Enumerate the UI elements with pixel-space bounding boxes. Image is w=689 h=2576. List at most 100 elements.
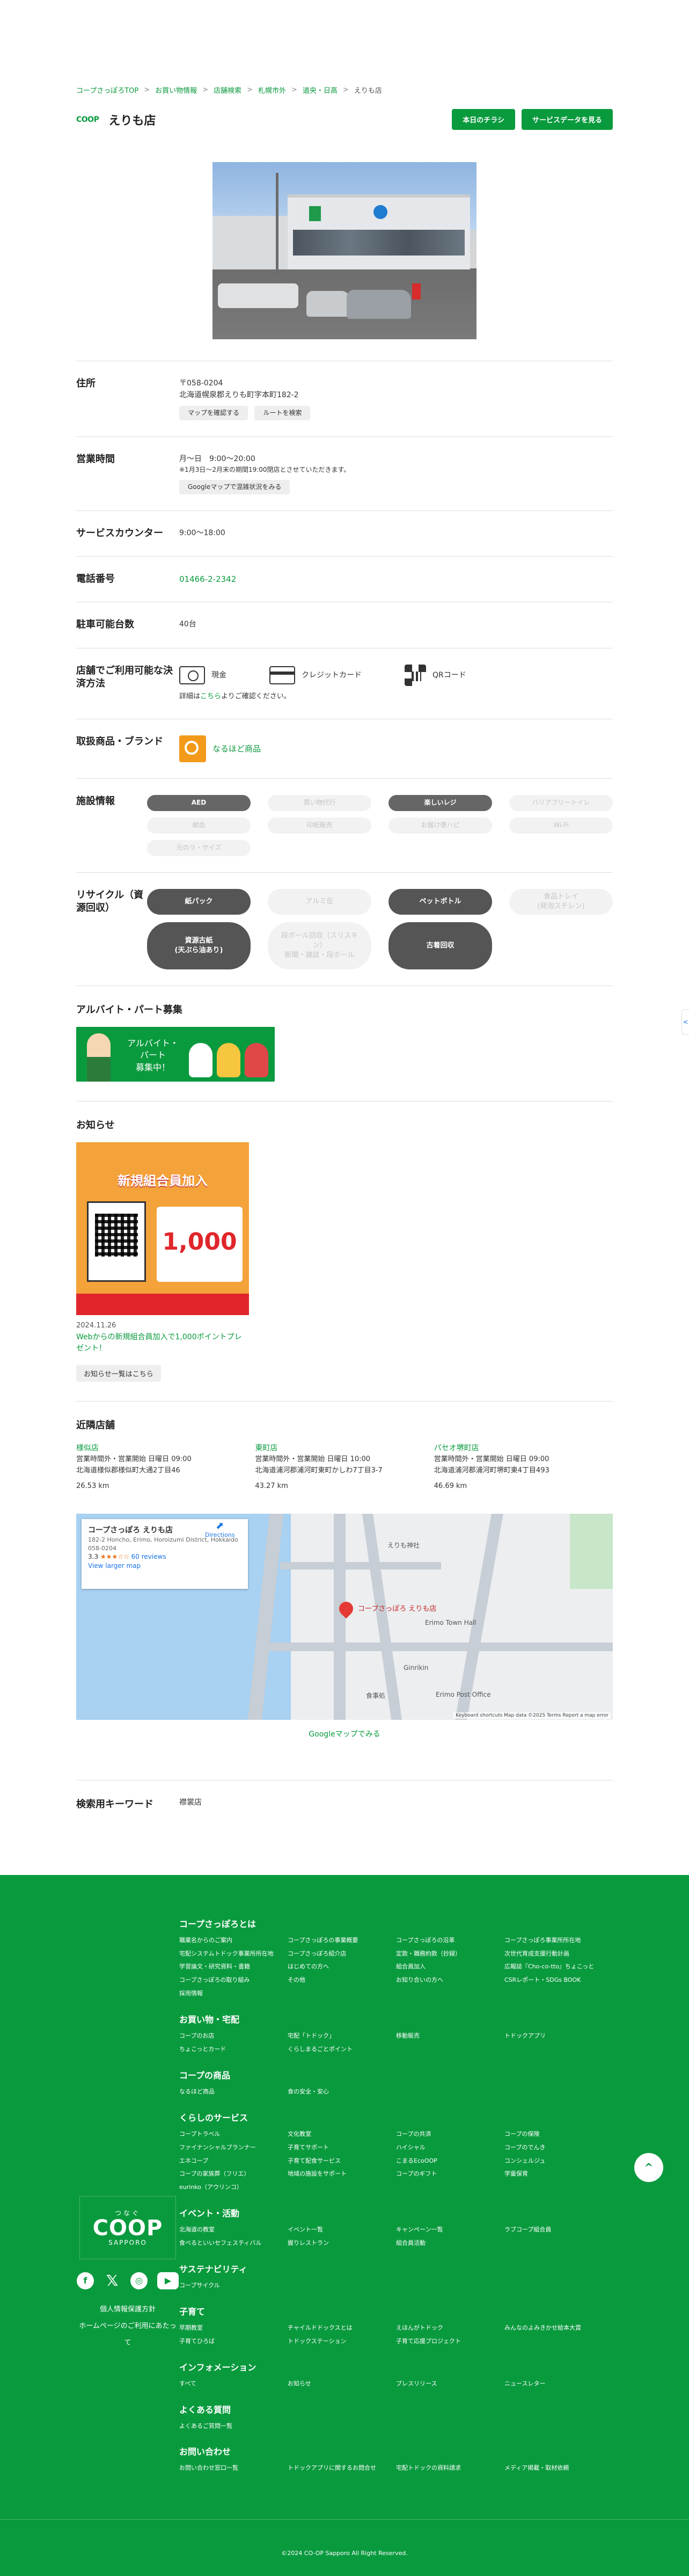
footer-link[interactable]: トドックステーション bbox=[288, 2336, 396, 2347]
job-banner[interactable]: アルバイト・ パート 募集中！ bbox=[76, 1026, 275, 1082]
footer-link[interactable]: コープさっぽろの事業概要 bbox=[288, 1935, 396, 1946]
map-reviews-link[interactable]: 60 reviews bbox=[131, 1553, 166, 1560]
news-list-button[interactable]: お知らせ一覧はこちら bbox=[76, 1364, 161, 1382]
breadcrumb-item[interactable]: 道央・日高 bbox=[303, 85, 338, 95]
route-search-button[interactable]: ルートを検索 bbox=[254, 405, 311, 420]
breadcrumb-item[interactable]: 店舗検索 bbox=[214, 85, 241, 95]
footer-link[interactable]: 握りレストラン bbox=[288, 2238, 396, 2249]
footer-link[interactable]: コープの保険 bbox=[504, 2129, 613, 2140]
footer-link[interactable]: ラブコープ組合員 bbox=[504, 2224, 613, 2236]
privacy-policy-link[interactable]: 個人情報保護方針 bbox=[76, 2301, 179, 2318]
footer-link[interactable]: 宅配「トドック」 bbox=[288, 2031, 396, 2042]
footer-link[interactable]: イベント一覧 bbox=[288, 2224, 396, 2236]
footer-link[interactable]: コープのお店 bbox=[179, 2031, 288, 2042]
footer-link[interactable]: 定款・職務約款（抄録） bbox=[396, 1949, 504, 1960]
nearby-store-name[interactable]: 様似店 bbox=[76, 1442, 255, 1454]
footer-link[interactable]: コープサイクル bbox=[179, 2280, 288, 2292]
footer-link[interactable]: コープのギフト bbox=[396, 2169, 504, 2180]
google-map[interactable]: コープさっぽろ えりも店 182-2 Honcho, Erimo, Horoiz… bbox=[76, 1513, 613, 1720]
instagram-icon[interactable]: ◎ bbox=[130, 2272, 148, 2289]
footer-link[interactable]: 学童保育 bbox=[504, 2169, 613, 2180]
footer-link[interactable]: 地域の施設をサポート bbox=[288, 2169, 396, 2180]
footer-link[interactable]: トドックアプリ bbox=[504, 2031, 613, 2042]
footer-link[interactable]: なるほど商品 bbox=[179, 2086, 288, 2098]
footer-link[interactable]: すべて bbox=[179, 2378, 288, 2390]
footer-link[interactable]: 早期教室 bbox=[179, 2323, 288, 2334]
footer-group-title[interactable]: くらしのサービス bbox=[179, 2111, 613, 2123]
footer-link[interactable]: 移動販売 bbox=[396, 2031, 504, 2042]
footer-group-title[interactable]: サステナビリティ bbox=[179, 2262, 613, 2275]
footer-link[interactable]: 文化教室 bbox=[288, 2129, 396, 2140]
footer-link[interactable]: コープのでんき bbox=[504, 2142, 613, 2154]
google-crowd-button[interactable]: Googleマップで混雑状況をみる bbox=[179, 479, 290, 494]
footer-link[interactable]: コンシェルジュ bbox=[504, 2156, 613, 2167]
payment-detail-link[interactable]: こちら bbox=[200, 692, 221, 700]
footer-group-title[interactable]: よくある質問 bbox=[179, 2403, 613, 2416]
footer-link[interactable]: 子育てサポート bbox=[288, 2142, 396, 2154]
footer-link[interactable]: お知り合いの方へ bbox=[396, 1975, 504, 1986]
footer-group-title[interactable]: お買い物・宅配 bbox=[179, 2012, 613, 2025]
footer-link[interactable]: チャイルドドックスとは bbox=[288, 2323, 396, 2334]
footer-group-title[interactable]: コープの商品 bbox=[179, 2068, 613, 2081]
directions-button[interactable]: ⬈ Directions bbox=[205, 1520, 234, 1538]
footer-link[interactable]: eurinko（アウリンコ） bbox=[179, 2182, 288, 2193]
scroll-top-button[interactable]: ^ bbox=[634, 2152, 663, 2182]
google-map-link[interactable]: Googleマップでみる bbox=[76, 1728, 613, 1739]
site-terms-link[interactable]: ホームページのご利用にあたって bbox=[76, 2318, 179, 2351]
footer-link[interactable]: エネコープ bbox=[179, 2156, 288, 2167]
footer-link[interactable]: 子育て配食サービス bbox=[288, 2156, 396, 2167]
footer-link[interactable]: ファイナンシャルプランナー bbox=[179, 2142, 288, 2154]
footer-link[interactable]: プレスリリース bbox=[396, 2378, 504, 2390]
footer-link[interactable]: 北海道の教室 bbox=[179, 2224, 288, 2236]
footer-link[interactable]: 広報誌『Cho-co-tto』ちょこっと bbox=[504, 1961, 613, 1973]
footer-link[interactable]: コープさっぽろの取り組み bbox=[179, 1975, 288, 1986]
nearby-store-name[interactable]: 東町店 bbox=[255, 1442, 434, 1454]
footer-link[interactable]: お知らせ bbox=[288, 2378, 396, 2390]
footer-link[interactable]: 子育てひろば bbox=[179, 2336, 288, 2347]
footer-link[interactable]: お問い合わせ窓口一覧 bbox=[179, 2463, 288, 2474]
footer-link[interactable]: 組合員加入 bbox=[396, 1961, 504, 1973]
footer-link[interactable]: 食べるといいセフェスティバル bbox=[179, 2238, 288, 2249]
footer-link[interactable]: CSRレポート・SDGs BOOK bbox=[504, 1975, 613, 1986]
footer-link[interactable]: メディア掲載・取材依頼 bbox=[504, 2463, 613, 2474]
footer-link[interactable]: ちょこっとカード bbox=[179, 2044, 288, 2055]
breadcrumb-item[interactable]: コープさっぽろTOP bbox=[76, 85, 138, 95]
coop-sapporo-logo[interactable]: つなぐ COOP SAPPORO bbox=[79, 2195, 176, 2259]
footer-link[interactable]: 食の安全・安心 bbox=[288, 2086, 396, 2098]
brand-link[interactable]: なるほど商品 bbox=[179, 735, 613, 762]
side-tab-toggle[interactable]: < bbox=[681, 1009, 689, 1035]
footer-link[interactable]: 子育て応援プロジェクト bbox=[396, 2336, 504, 2347]
x-twitter-icon[interactable]: 𝕏 bbox=[104, 2272, 121, 2289]
footer-link[interactable]: はじめての方へ bbox=[288, 1961, 396, 1973]
footer-link[interactable]: コープさっぽろ紹介店 bbox=[288, 1949, 396, 1960]
footer-link[interactable]: キャンペーン一覧 bbox=[396, 2224, 504, 2236]
facebook-icon[interactable]: f bbox=[77, 2272, 94, 2289]
check-map-button[interactable]: マップを確認する bbox=[179, 405, 248, 420]
footer-group-title[interactable]: コープさっぽろとは bbox=[179, 1917, 613, 1930]
footer-link[interactable]: 宅配トドックの資料請求 bbox=[396, 2463, 504, 2474]
footer-link[interactable]: その他 bbox=[288, 1975, 396, 1986]
footer-link[interactable]: ハイシャル bbox=[396, 2142, 504, 2154]
breadcrumb-item[interactable]: お買い物情報 bbox=[155, 85, 197, 95]
footer-link[interactable]: ニュースレター bbox=[504, 2378, 613, 2390]
flyer-button[interactable]: 本日のチラシ bbox=[452, 109, 515, 130]
youtube-icon[interactable]: ▶ bbox=[157, 2272, 179, 2289]
footer-link[interactable]: 宅配システムトドック事業所所在地 bbox=[179, 1949, 288, 1960]
footer-group-title[interactable]: 子育て bbox=[179, 2304, 613, 2317]
footer-link[interactable]: 学習論文・研究資料・書籍 bbox=[179, 1961, 288, 1973]
footer-link[interactable]: くらしまるごとポイント bbox=[288, 2044, 396, 2055]
breadcrumb-item[interactable]: 札幌市外 bbox=[258, 85, 286, 95]
footer-link[interactable]: コープトラベル bbox=[179, 2129, 288, 2140]
footer-link[interactable]: コープの家族葬（フリエ） bbox=[179, 2169, 288, 2180]
footer-link[interactable]: コープさっぽろ事業所所在地 bbox=[504, 1935, 613, 1946]
phone-link[interactable]: 01466-2-2342 bbox=[179, 574, 236, 584]
footer-group-title[interactable]: イベント・活動 bbox=[179, 2206, 613, 2219]
footer-group-title[interactable]: お問い合わせ bbox=[179, 2444, 613, 2457]
footer-link[interactable]: みんなのよみきかせ絵本大賞 bbox=[504, 2323, 613, 2334]
footer-link[interactable]: えほんがトドック bbox=[396, 2323, 504, 2334]
footer-group-title[interactable]: インフォメーション bbox=[179, 2360, 613, 2373]
footer-link[interactable]: 職業名からのご案内 bbox=[179, 1935, 288, 1946]
footer-link[interactable]: 採用情報 bbox=[179, 1988, 288, 1999]
footer-link[interactable]: こまるEcoOOP bbox=[396, 2156, 504, 2167]
nearby-store-name[interactable]: パセオ堺町店 bbox=[434, 1442, 613, 1454]
